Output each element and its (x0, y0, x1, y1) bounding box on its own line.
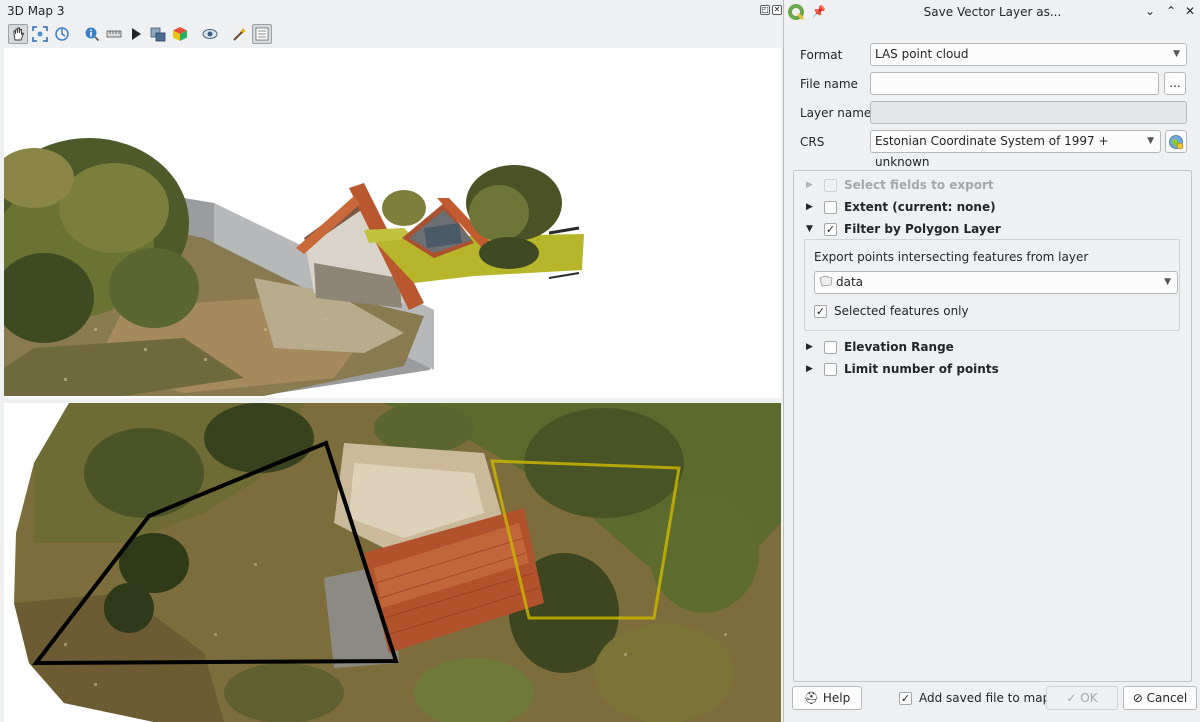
cancel-label: Cancel (1146, 691, 1188, 705)
map-3d-toolbar (0, 22, 783, 48)
group-select-fields[interactable]: ▶ Select fields to export (806, 176, 994, 194)
help-icon: ⛑ (803, 691, 820, 705)
help-label: Help (822, 691, 851, 705)
camera-control-icon[interactable] (52, 24, 72, 44)
extent-label: Extent (current: none) (844, 200, 996, 214)
cancel-icon: ⊘ (1132, 691, 1143, 705)
pan-icon[interactable] (8, 24, 28, 44)
extent-checkbox[interactable] (824, 200, 837, 214)
expand-arrow-icon[interactable]: ▶ (806, 364, 818, 374)
cancel-button[interactable]: ⊘ Cancel (1123, 686, 1197, 710)
limit-points-checkbox[interactable] (824, 362, 837, 376)
select-crs-button[interactable] (1165, 130, 1187, 153)
add-to-map-label: Add saved file to map (919, 691, 1051, 705)
elevation-range-checkbox[interactable] (824, 340, 837, 354)
ok-label: OK (1080, 691, 1098, 705)
close-icon[interactable]: ✕ (1182, 3, 1198, 19)
chevron-down-icon[interactable]: ⌄ (1142, 3, 1158, 19)
configure-icon[interactable] (252, 24, 272, 44)
expand-arrow-icon[interactable]: ▶ (806, 342, 818, 352)
group-elevation-range[interactable]: ▶ Elevation Range (806, 338, 954, 356)
layer-name-input[interactable] (870, 101, 1187, 124)
crs-label: CRS (800, 135, 825, 149)
select-fields-label: Select fields to export (844, 178, 994, 192)
polygon-layer-select[interactable]: data ▼ (814, 271, 1178, 294)
limit-points-label: Limit number of points (844, 362, 999, 376)
selected-only-checkbox[interactable]: ✓ (814, 304, 827, 318)
add-to-map-checkbox[interactable]: ✓ (899, 691, 912, 705)
expand-arrow-icon[interactable]: ▶ (806, 202, 818, 212)
file-name-input[interactable] (870, 72, 1159, 95)
map-3d-titlebar: 3D Map 3 ◰ ✕ (0, 0, 783, 22)
selected-only-label: Selected features only (834, 304, 969, 318)
elevation-range-label: Elevation Range (844, 340, 954, 354)
save-vector-layer-dialog: 📌 Save Vector Layer as... ⌄ ⌃ ✕ Format L… (783, 0, 1200, 722)
options-scroll-area[interactable]: ▶ Select fields to export ▶ Extent (curr… (793, 170, 1192, 682)
effects-icon[interactable] (230, 24, 250, 44)
format-select[interactable]: LAS point cloud ▼ (870, 43, 1187, 66)
add-to-map-row[interactable]: ✓ Add saved file to map (899, 689, 1050, 707)
group-limit-points[interactable]: ▶ Limit number of points (806, 360, 999, 378)
measure-line-icon[interactable] (104, 24, 124, 44)
map-3d-title: 3D Map 3 (7, 4, 65, 18)
format-label: Format (800, 48, 843, 62)
crs-select-value: Estonian Coordinate System of 1997 + unk… (875, 134, 1109, 169)
format-select-value: LAS point cloud (875, 47, 969, 61)
group-filter-polygon[interactable]: ▼ ✓ Filter by Polygon Layer (806, 220, 1001, 238)
file-name-label: File name (800, 77, 858, 91)
globe-icon (1169, 135, 1184, 150)
help-button[interactable]: ⛑ Help (792, 686, 862, 710)
layer-name-label: Layer name (800, 106, 872, 120)
collapse-arrow-icon[interactable]: ▼ (806, 224, 818, 234)
chevron-down-icon: ▼ (1173, 49, 1180, 59)
save-image-icon[interactable] (148, 24, 168, 44)
dialog-titlebar: 📌 Save Vector Layer as... ⌄ ⌃ ✕ (784, 0, 1200, 24)
dialog-title: Save Vector Layer as... (923, 5, 1062, 19)
select-fields-checkbox[interactable] (824, 178, 837, 192)
crs-select[interactable]: Estonian Coordinate System of 1997 + unk… (870, 130, 1161, 169)
play-animation-icon[interactable] (126, 24, 146, 44)
group-extent[interactable]: ▶ Extent (current: none) (806, 198, 996, 216)
chevron-down-icon: ▼ (1147, 136, 1154, 146)
expand-arrow-icon[interactable]: ▶ (806, 180, 818, 190)
filter-polygon-content: Export points intersecting features from… (804, 239, 1180, 331)
check-icon: ✓ (1066, 691, 1077, 705)
identify-icon[interactable] (82, 24, 102, 44)
camera-view-icon[interactable] (200, 24, 220, 44)
filter-polygon-checkbox[interactable]: ✓ (824, 222, 837, 236)
chevron-up-icon[interactable]: ⌃ (1163, 3, 1179, 19)
close-dock-icon[interactable]: ✕ (772, 5, 782, 15)
filter-description: Export points intersecting features from… (814, 250, 1089, 264)
float-dock-icon[interactable]: ◰ (760, 5, 770, 15)
chevron-down-icon: ▼ (1164, 277, 1171, 287)
selected-only-row[interactable]: ✓ Selected features only (814, 302, 969, 320)
filter-polygon-label: Filter by Polygon Layer (844, 222, 1001, 236)
polygon-layer-value: data (836, 275, 864, 289)
export-3d-scene-icon[interactable] (170, 24, 190, 44)
map-3d-canvas[interactable] (4, 48, 781, 398)
map-2d-canvas[interactable] (4, 403, 781, 722)
polygon-layer-icon (819, 275, 833, 287)
map-3d-panel: 3D Map 3 ◰ ✕ (0, 0, 783, 722)
browse-button[interactable]: ... (1164, 72, 1186, 95)
ok-button[interactable]: ✓ OK (1046, 686, 1118, 710)
zoom-full-icon[interactable] (30, 24, 50, 44)
